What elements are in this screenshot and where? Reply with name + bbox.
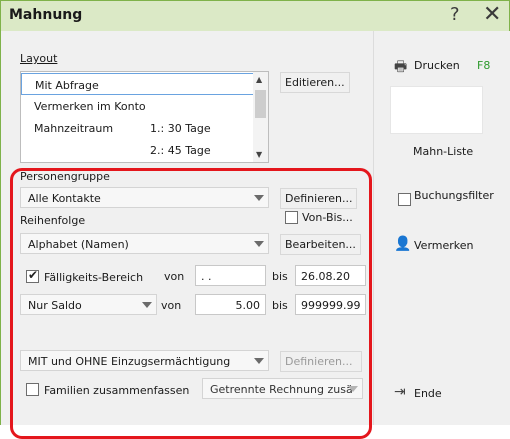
personengruppe-select[interactable]: Alle Kontakte (20, 187, 269, 208)
faelligkeit-bis-label: bis (272, 270, 288, 283)
chevron-down-icon (348, 386, 358, 392)
faelligkeit-bis-input[interactable]: 26.08.20 (295, 265, 366, 286)
list-item[interactable]: 2.: 45 Tage (21, 139, 254, 161)
saldo-von-input[interactable]: 5.00 (195, 294, 266, 315)
mahnliste-preview[interactable] (390, 86, 483, 134)
vermerken-button[interactable]: 👤 Vermerken (394, 236, 494, 256)
rechnung-value: Getrennte Rechnung zusä (210, 383, 353, 396)
saldo-von-label: von (161, 299, 182, 312)
reihenfolge-value: Alphabet (Namen) (28, 238, 129, 251)
von-bis-checkbox[interactable] (285, 211, 298, 224)
title-bar: Mahnung ? ✕ (1, 1, 509, 31)
vermerken-label: Vermerken (414, 239, 474, 252)
personengruppe-define-button[interactable]: Definieren... (280, 188, 358, 209)
saldo-select[interactable]: Nur Saldo (20, 294, 157, 315)
faelligkeit-von-input[interactable]: . . (195, 265, 266, 286)
list-item-label: Vermerken im Konto (34, 100, 146, 113)
reihenfolge-label: Reihenfolge (20, 214, 86, 227)
saldo-value: Nur Saldo (28, 299, 82, 312)
buchungsfilter-checkbox[interactable] (398, 193, 411, 206)
chevron-down-icon (254, 241, 264, 247)
von-bis-label[interactable]: Von-Bis... (302, 211, 353, 224)
personengruppe-value: Alle Kontakte (28, 192, 101, 205)
list-item[interactable]: Mit Abfrage (21, 73, 254, 95)
ende-button[interactable]: ⇥ Ende (394, 384, 474, 404)
layout-list[interactable]: Mit Abfrage Vermerken im Konto Mahnzeitr… (20, 71, 269, 163)
chevron-down-icon (142, 302, 152, 308)
scroll-up-icon[interactable]: ▲ (256, 75, 262, 84)
list-item[interactable]: Vermerken im Konto (21, 95, 254, 117)
familien-checkbox[interactable] (26, 383, 39, 396)
faelligkeit-label[interactable]: Fälligkeits-Bereich (44, 271, 143, 284)
list-item[interactable]: Mahnzeitraum 1.: 30 Tage (21, 117, 254, 139)
reihenfolge-select[interactable]: Alphabet (Namen) (20, 233, 269, 254)
faelligkeit-checkbox[interactable]: ✔ (26, 268, 39, 283)
print-shortcut: F8 (477, 59, 491, 72)
einzug-define-button[interactable]: Definieren... (280, 351, 362, 372)
close-icon[interactable]: ✕ (483, 2, 501, 27)
saldo-bis-label: bis (272, 299, 288, 312)
buchungsfilter-label[interactable]: Buchungsfilter (414, 189, 494, 202)
scroll-down-icon[interactable]: ▼ (256, 150, 262, 159)
help-icon[interactable]: ? (450, 4, 460, 25)
list-item-label: Mahnzeitraum (34, 122, 114, 135)
actions-panel: 🖶 Drucken F8 Mahn-Liste Buchungsfilter 👤… (373, 31, 510, 425)
options-panel: Layout Mit Abfrage Vermerken im Konto Ma… (1, 31, 373, 439)
user-note-icon: 👤 (394, 236, 412, 252)
exit-icon: ⇥ (394, 384, 406, 400)
faelligkeit-von-label: von (164, 270, 185, 283)
einzug-select[interactable]: MIT und OHNE Einzugsermächtigung (20, 350, 269, 371)
layout-edit-button[interactable]: Editieren... (280, 72, 350, 93)
scroll-thumb[interactable] (255, 90, 266, 118)
print-label: Drucken (414, 59, 460, 72)
mahnliste-label[interactable]: Mahn-Liste (413, 145, 473, 158)
saldo-bis-input[interactable]: 999999.99 (295, 294, 366, 315)
chevron-down-icon (254, 195, 264, 201)
list-scrollbar[interactable]: ▲ ▼ (253, 72, 268, 162)
reihenfolge-edit-button[interactable]: Bearbeiten... (280, 234, 361, 255)
window-title: Mahnung (9, 7, 83, 23)
list-item-label: Mit Abfrage (35, 79, 99, 92)
layout-label: Layout (20, 52, 58, 65)
list-item-value: 1.: 30 Tage (150, 122, 211, 135)
familien-label[interactable]: Familien zusammenfassen (44, 384, 189, 397)
list-item-value: 2.: 45 Tage (150, 144, 211, 157)
chevron-down-icon (254, 358, 264, 364)
rechnung-select[interactable]: Getrennte Rechnung zusä (202, 378, 363, 399)
checkmark-icon: ✔ (28, 268, 39, 282)
personengruppe-label: Personengruppe (20, 170, 110, 183)
einzug-value: MIT und OHNE Einzugsermächtigung (28, 355, 231, 368)
mahnung-dialog: Mahnung ? ✕ Layout Mit Abfrage Vermerken… (0, 0, 510, 439)
ende-label: Ende (414, 387, 442, 400)
print-button[interactable]: 🖶 Drucken F8 (394, 56, 494, 76)
printer-icon: 🖶 (394, 59, 408, 75)
